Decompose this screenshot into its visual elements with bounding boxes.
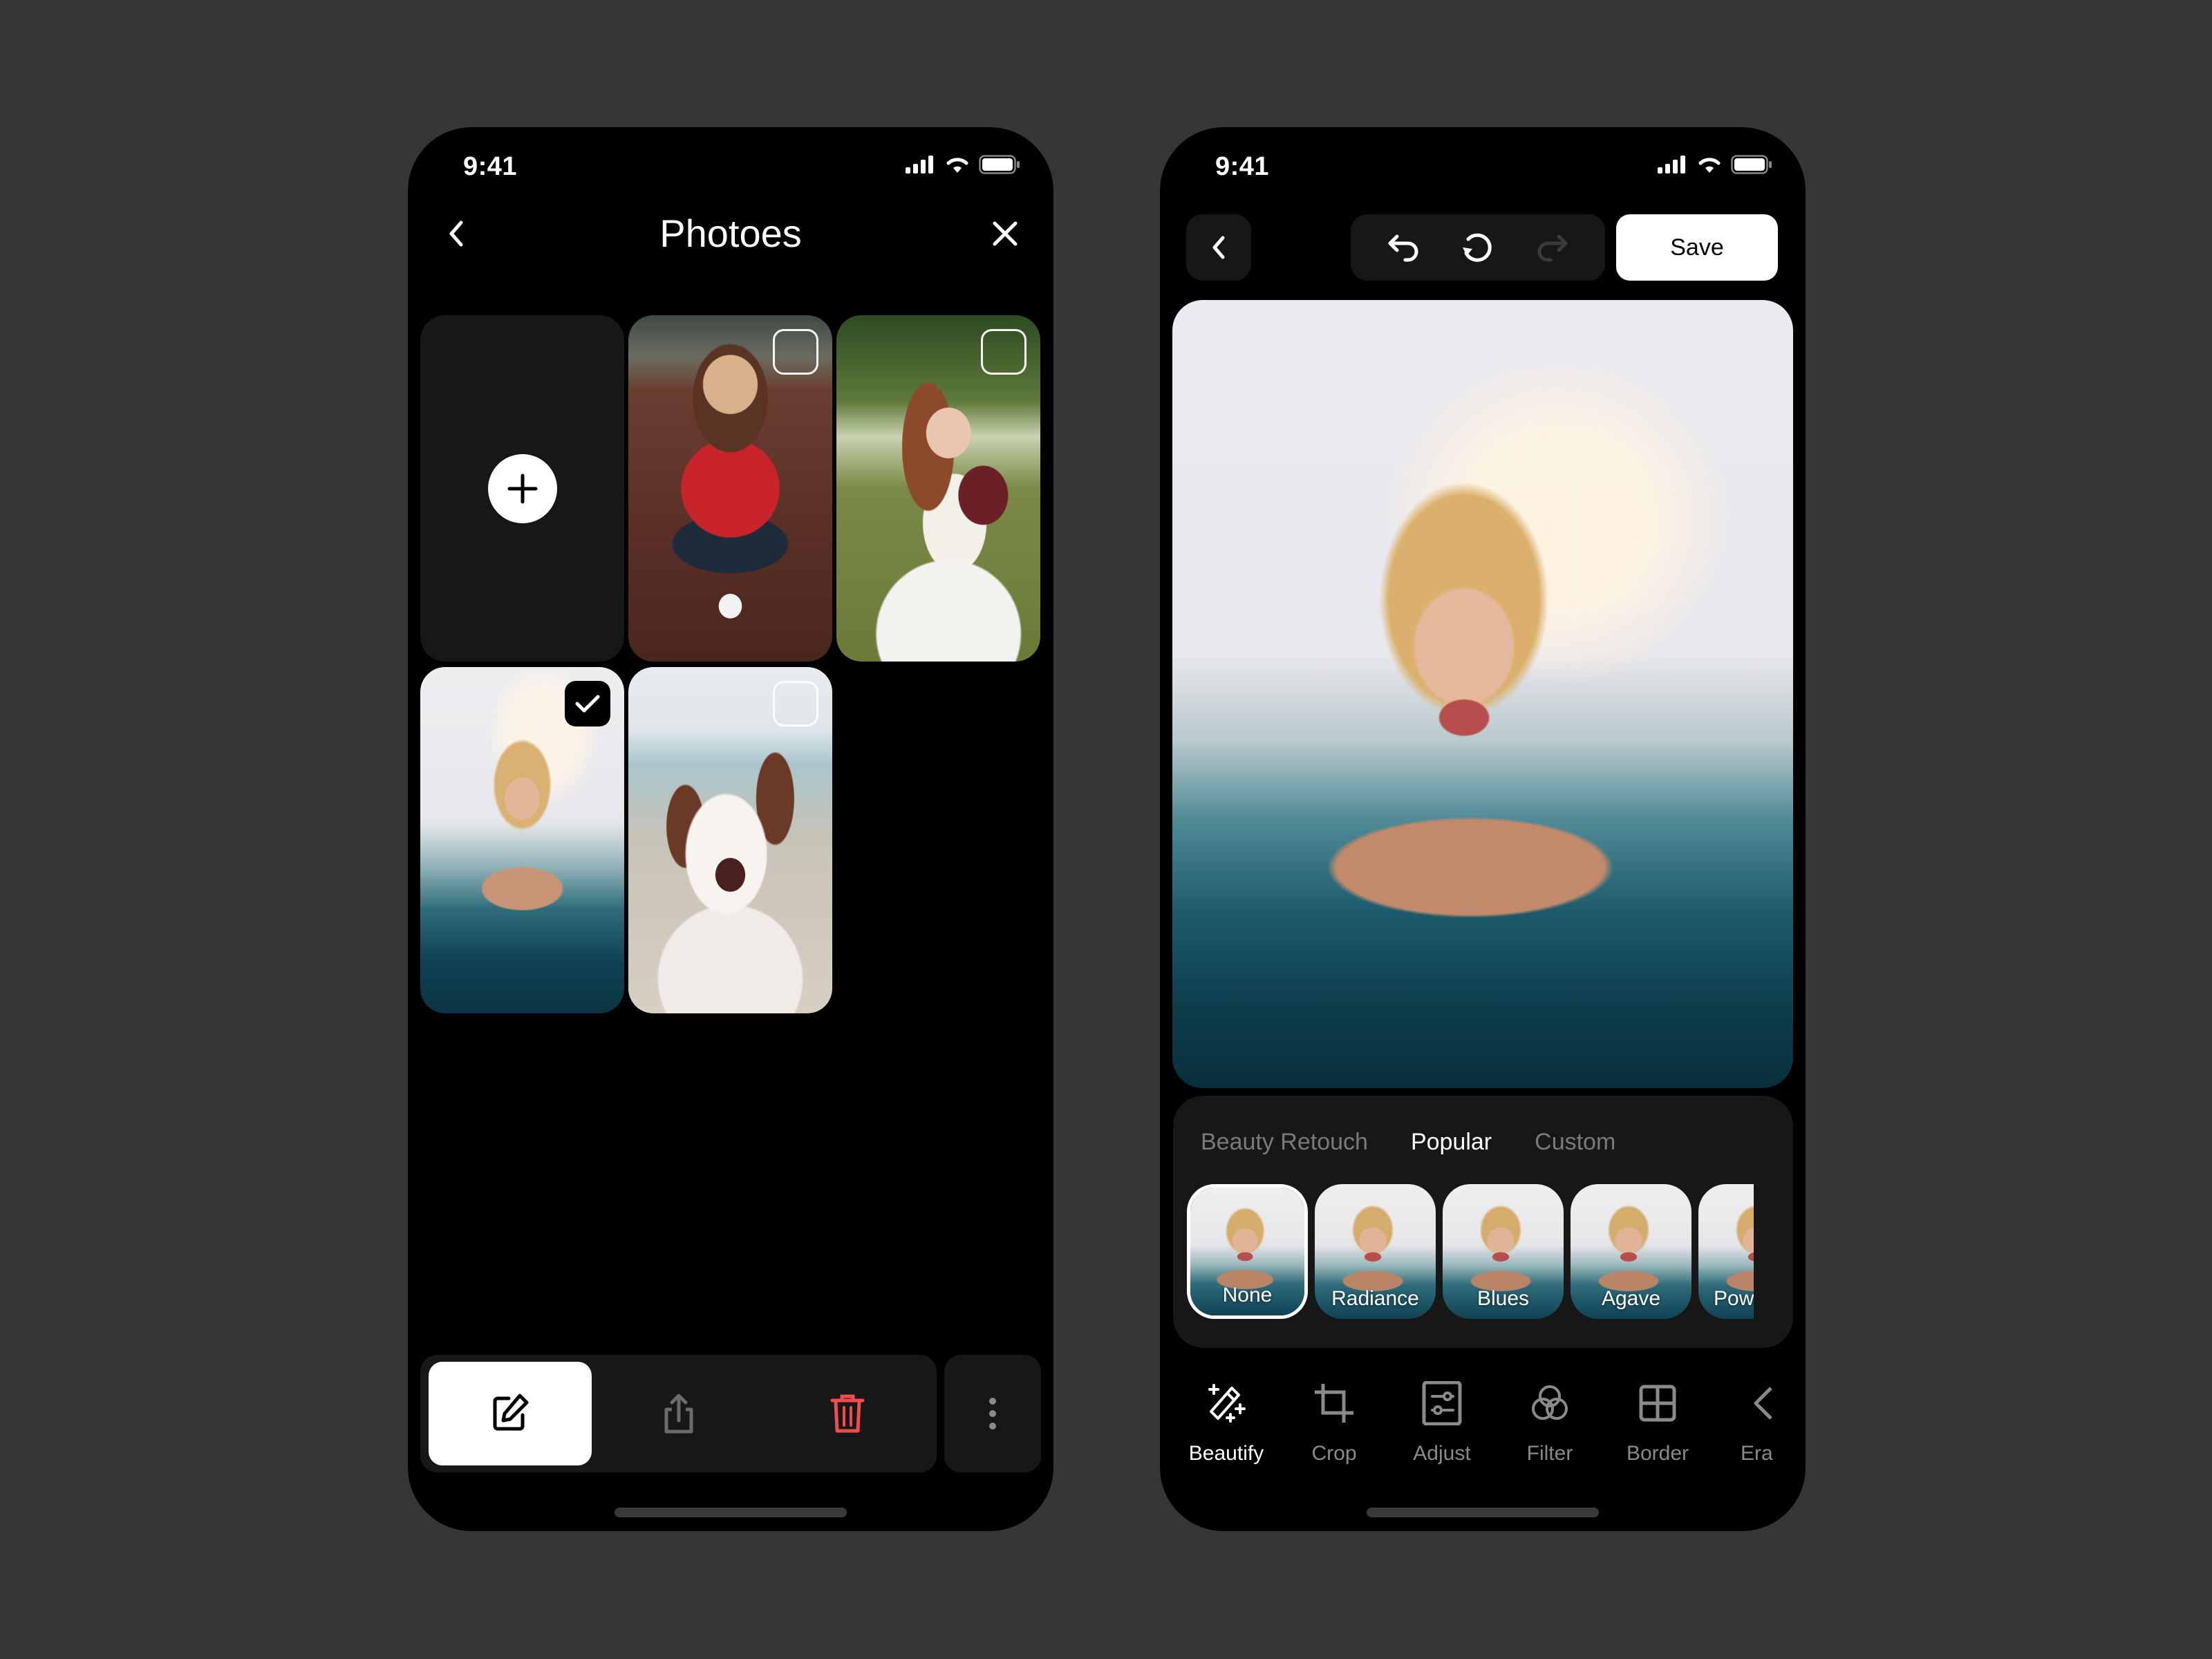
- photo-tile[interactable]: [628, 667, 832, 1013]
- crop-icon: [1315, 1384, 1353, 1423]
- more-vertical-icon: [989, 1398, 996, 1430]
- share-icon: [664, 1394, 693, 1434]
- page-title: Photoes: [659, 212, 802, 255]
- home-indicator: [615, 1508, 847, 1517]
- close-button[interactable]: [984, 213, 1026, 254]
- select-checkbox[interactable]: [773, 681, 818, 727]
- cellular-signal-icon: [906, 156, 933, 174]
- tool-label: Beautify: [1188, 1442, 1264, 1465]
- back-button[interactable]: [1186, 214, 1251, 281]
- tool-border[interactable]: Border: [1609, 1378, 1706, 1465]
- status-time: 9:41: [1215, 152, 1270, 181]
- tool-label: Border: [1626, 1442, 1689, 1465]
- check-icon: [575, 695, 600, 713]
- photo-tile[interactable]: [836, 315, 1040, 662]
- select-checkbox-checked[interactable]: [565, 681, 610, 727]
- sliders-icon: [1422, 1381, 1462, 1425]
- edit-tools: Beautify Crop Adjust Filter Border Era: [1160, 1378, 1782, 1482]
- home-indicator: [1367, 1508, 1599, 1517]
- eraser-icon: [1754, 1387, 1772, 1420]
- status-time: 9:41: [463, 152, 518, 181]
- edit-button[interactable]: [429, 1362, 592, 1465]
- save-button[interactable]: Save: [1616, 214, 1778, 281]
- status-icons: [906, 155, 1020, 174]
- photo-tile[interactable]: [420, 667, 624, 1013]
- filter-blues[interactable]: Blues: [1443, 1184, 1564, 1319]
- delete-button[interactable]: [766, 1362, 929, 1465]
- tool-filter[interactable]: Filter: [1501, 1378, 1598, 1465]
- photo-grid: [420, 315, 1041, 1013]
- history-controls: [1351, 214, 1605, 281]
- tool-label: Adjust: [1413, 1442, 1471, 1465]
- more-options-button[interactable]: [944, 1355, 1041, 1472]
- filter-label: Agave: [1601, 1287, 1661, 1310]
- tool-label: Filter: [1526, 1442, 1573, 1465]
- wifi-icon: [1698, 158, 1721, 173]
- battery-icon: [979, 155, 1020, 174]
- cellular-signal-icon: [1658, 156, 1685, 174]
- select-checkbox[interactable]: [981, 329, 1027, 375]
- grid-icon: [1639, 1385, 1676, 1422]
- trash-icon: [830, 1394, 865, 1433]
- add-photo-tile[interactable]: [420, 315, 624, 662]
- undo-button[interactable]: [1376, 220, 1432, 275]
- tab-custom[interactable]: Custom: [1535, 1129, 1615, 1156]
- reset-button[interactable]: [1450, 220, 1506, 275]
- chevron-left-icon: [1212, 236, 1225, 259]
- tool-eraser[interactable]: Era: [1717, 1378, 1782, 1465]
- tool-label: Crop: [1311, 1442, 1357, 1465]
- status-icons: [1658, 155, 1772, 174]
- share-button[interactable]: [597, 1362, 760, 1465]
- filter-thumbnails[interactable]: None Radiance Blues Agave Pow: [1187, 1184, 1754, 1322]
- tab-beauty-retouch[interactable]: Beauty Retouch: [1201, 1129, 1368, 1156]
- filter-label: Radiance: [1331, 1287, 1419, 1310]
- filter-panel: Beauty Retouch Popular Custom None Radia…: [1173, 1096, 1793, 1348]
- battery-icon: [1731, 155, 1772, 174]
- filter-label: Pow: [1714, 1287, 1754, 1310]
- tab-popular[interactable]: Popular: [1411, 1129, 1492, 1156]
- filter-pow[interactable]: Pow: [1698, 1184, 1754, 1319]
- add-photo-button[interactable]: [487, 453, 557, 523]
- tool-label: Era: [1741, 1442, 1773, 1465]
- filter-label: Blues: [1477, 1287, 1530, 1310]
- filter-none[interactable]: None: [1187, 1184, 1308, 1319]
- undo-icon: [1388, 234, 1418, 262]
- wifi-icon: [946, 158, 968, 173]
- gallery-phone: 9:41 Photoes: [408, 127, 1053, 1531]
- filter-agave[interactable]: Agave: [1571, 1184, 1691, 1319]
- tool-beautify[interactable]: Beautify: [1178, 1378, 1275, 1465]
- editor-phone: 9:41 Save Beauty Retouch Popular Custom: [1160, 127, 1806, 1531]
- close-icon: [993, 221, 1018, 246]
- select-checkbox[interactable]: [773, 329, 818, 375]
- plus-icon: [507, 474, 537, 503]
- filter-radiance[interactable]: Radiance: [1315, 1184, 1436, 1319]
- tool-adjust[interactable]: Adjust: [1394, 1378, 1490, 1465]
- rotate-ccw-icon: [1462, 233, 1492, 262]
- filter-circles-icon: [1532, 1385, 1568, 1420]
- edit-icon: [493, 1394, 529, 1431]
- tool-crop[interactable]: Crop: [1286, 1378, 1382, 1465]
- magic-wand-icon: [1208, 1384, 1246, 1423]
- filter-tabs: Beauty Retouch Popular Custom: [1201, 1129, 1615, 1156]
- photo-woman-in-water: [1172, 300, 1793, 1088]
- photo-tile[interactable]: [628, 315, 832, 662]
- redo-icon: [1537, 234, 1568, 262]
- action-toolbar: [420, 1355, 937, 1472]
- filter-label: None: [1222, 1284, 1273, 1306]
- main-photo-canvas[interactable]: [1172, 300, 1793, 1088]
- redo-button[interactable]: [1524, 220, 1580, 275]
